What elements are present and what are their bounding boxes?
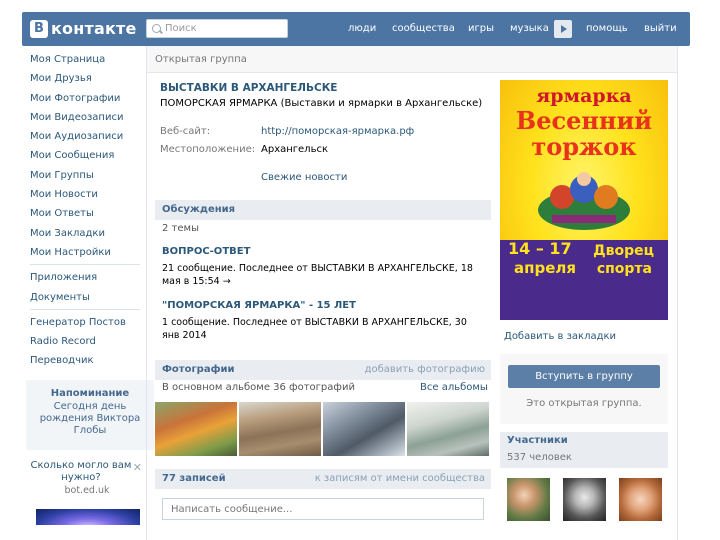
search-icon [152, 24, 161, 33]
nav-games[interactable]: игры [468, 12, 494, 46]
poster-dates: 14 – 17 [508, 239, 572, 258]
menu-settings[interactable]: Мои Настройки [30, 243, 142, 262]
search-box[interactable] [146, 19, 288, 38]
menu-divider [30, 264, 140, 266]
nav-logout[interactable]: выйти [644, 12, 677, 46]
photo-thumbnail[interactable] [239, 402, 321, 456]
poster-venue-line1: Дворец [593, 243, 654, 259]
photos-header[interactable]: Фотографии добавить фотографию [155, 360, 491, 380]
join-group-button[interactable]: Вступить в группу [508, 365, 660, 388]
birthday-reminder[interactable]: Напоминание Сегодня день рождения Виктор… [26, 380, 154, 450]
menu-videos[interactable]: Мои Видеозаписи [30, 108, 142, 127]
wall-link[interactable]: к записям от имени сообщества [315, 473, 485, 484]
sidebar-ad[interactable]: Сколько могло вам нужно? bot.ed.uk ✕ [26, 460, 148, 525]
topic-meta: 1 сообщение. Последнее от ВЫСТАВКИ В АРХ… [162, 317, 467, 341]
group-status: ПОМОРСКАЯ ЯРМАРКА (Выставки и ярмарки в … [160, 98, 483, 109]
ad-title[interactable]: Сколько могло вам нужно? [26, 460, 148, 484]
fresh-news-link[interactable]: Свежие новости [261, 172, 347, 183]
poster-month: апреля [514, 259, 577, 277]
website-link[interactable]: http://поморская-ярмарка.рф [261, 126, 414, 137]
menu-bookmarks[interactable]: Мои Закладки [30, 224, 142, 243]
poster-title-line1: Весенний [515, 106, 653, 135]
website-label: Веб-сайт: [160, 126, 211, 137]
discussions-title: Обсуждения [162, 204, 236, 215]
discussions-header[interactable]: Обсуждения [155, 200, 491, 220]
poster-venue-line2: спорта [596, 261, 652, 277]
search-input[interactable] [165, 22, 283, 35]
page-type-bar: Открытая группа [147, 46, 677, 73]
menu-documents[interactable]: Документы [30, 288, 142, 307]
menu-apps[interactable]: Приложения [30, 268, 142, 287]
photo-thumbnail[interactable] [407, 402, 489, 456]
topic-title[interactable]: ВОПРОС-ОТВЕТ [162, 246, 250, 257]
menu-divider [30, 308, 140, 310]
logo-text: контакте [51, 19, 137, 38]
photo-thumbnail[interactable] [323, 402, 405, 456]
discussions-count[interactable]: 2 темы [162, 223, 199, 234]
join-note: Это открытая группа. [526, 398, 642, 409]
topic-meta: 21 сообщение. Последнее от ВЫСТАВКИ В АР… [162, 263, 473, 287]
nav-music[interactable]: музыка [510, 12, 549, 46]
album-text: В основном альбоме 36 фотографий [162, 382, 355, 393]
menu-news[interactable]: Мои Новости [30, 185, 142, 204]
play-icon[interactable] [554, 20, 572, 38]
member-avatar[interactable] [619, 478, 662, 521]
top-header: В контакте люди сообщества игры музыка п… [22, 12, 690, 46]
location-value: Архангельск [261, 144, 329, 155]
logo-mark: В [30, 19, 48, 38]
ad-image[interactable] [36, 509, 140, 525]
menu-translator[interactable]: Переводчик [30, 351, 142, 370]
menu-friends[interactable]: Мои Друзья [30, 69, 142, 88]
photos-title: Фотографии [162, 364, 235, 375]
post-input[interactable] [162, 498, 484, 520]
member-avatar[interactable] [563, 478, 606, 521]
left-menu: Моя Страница Мои Друзья Мои Фотографии М… [30, 50, 142, 371]
topic-title[interactable]: "ПОМОРСКАЯ ЯРМАРКА" - 15 ЛЕТ [162, 300, 356, 311]
group-title: ВЫСТАВКИ В АРХАНГЕЛЬСКЕ [160, 82, 338, 94]
location-label: Местоположение: [160, 144, 256, 155]
page-type: Открытая группа [155, 54, 247, 65]
menu-post-generator[interactable]: Генератор Постов [30, 313, 142, 332]
menu-messages[interactable]: Мои Сообщения [30, 146, 142, 165]
poster-title-line2: торжок [531, 132, 637, 161]
wall-header[interactable]: 77 записей к записям от имени сообщества [155, 469, 491, 489]
nav-communities[interactable]: сообщества [392, 12, 455, 46]
member-avatar[interactable] [507, 478, 550, 521]
wall-count: 77 записей [162, 473, 226, 484]
menu-answers[interactable]: Мои Ответы [30, 204, 142, 223]
ad-domain: bot.ed.uk [64, 485, 110, 496]
menu-groups[interactable]: Мои Группы [30, 166, 142, 185]
nav-people[interactable]: люди [348, 12, 376, 46]
menu-audio[interactable]: Мои Аудиозаписи [30, 127, 142, 146]
close-icon[interactable]: ✕ [133, 461, 142, 474]
photo-thumbnail[interactable] [155, 402, 237, 456]
group-poster[interactable]: ярмарка Весенний торжок 14 – 17 апреля Д… [500, 80, 668, 320]
add-photo-link[interactable]: добавить фотографию [365, 364, 485, 375]
reminder-title: Напоминание [50, 388, 130, 399]
vk-logo[interactable]: В контакте [30, 19, 137, 38]
menu-photos[interactable]: Мои Фотографии [30, 89, 142, 108]
reminder-text: Сегодня день рождения Виктора Глобы [39, 401, 141, 436]
members-title[interactable]: Участники [507, 435, 568, 446]
menu-my-page[interactable]: Моя Страница [30, 50, 142, 69]
poster-illustration [538, 172, 630, 230]
members-count: 537 человек [507, 452, 572, 463]
nav-help[interactable]: помощь [586, 12, 628, 46]
poster-top-text: ярмарка [536, 85, 632, 107]
menu-radio-record[interactable]: Radio Record [30, 332, 142, 351]
add-bookmark-link[interactable]: Добавить в закладки [504, 331, 616, 342]
all-albums-link[interactable]: Все альбомы [420, 382, 488, 393]
